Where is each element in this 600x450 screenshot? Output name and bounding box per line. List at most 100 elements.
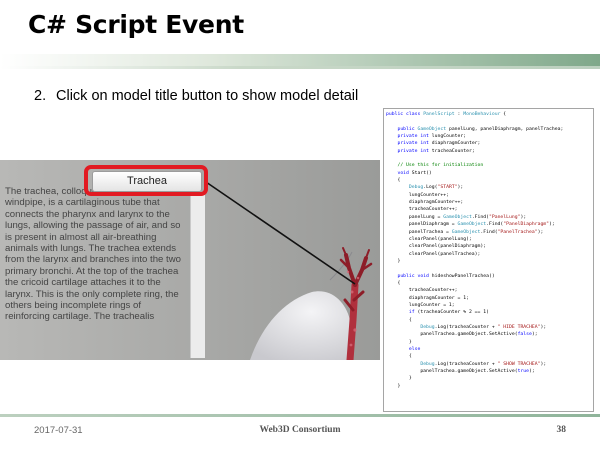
code-token: ); — [540, 361, 547, 367]
code-token: { — [386, 178, 401, 184]
code-line: public GameObject panelLung, panelDiaphr… — [386, 126, 593, 133]
code-token: MonoBehaviour — [463, 112, 501, 117]
code-token: void — [397, 170, 412, 176]
code-token: ); — [457, 185, 464, 191]
code-token: ); — [531, 332, 538, 338]
button-highlight-box — [84, 165, 208, 196]
code-line: diaphragmCounter++; — [386, 199, 593, 206]
code-line: } — [386, 383, 593, 390]
code-token: { — [500, 112, 507, 117]
code-token: lungCounter++; — [386, 192, 449, 198]
code-token: PanelScript — [423, 112, 455, 117]
code-token: } — [386, 376, 412, 382]
code-line: { — [386, 353, 593, 360]
code-token: clearPanel(panelTrachea); — [386, 251, 481, 257]
code-line: lungCounter = 1; — [386, 302, 593, 309]
code-line: } — [386, 339, 593, 346]
code-token: .Log(tracheaCounter + — [434, 361, 498, 367]
code-line: private int lungCounter; — [386, 133, 593, 140]
code-line: { — [386, 280, 593, 287]
code-token: ); — [529, 369, 535, 375]
code-token: private int — [397, 134, 432, 140]
title-underline — [0, 54, 600, 66]
code-token: public — [397, 126, 418, 132]
code-token: panelTrachea.gameObject.SetActive( — [386, 369, 518, 375]
code-token: lungCounter; — [431, 134, 467, 140]
code-snippet: public class PanelScript : MonoBehaviour… — [383, 108, 594, 412]
code-line: clearPanel(panelLung); — [386, 236, 593, 243]
code-token: " SHOW TRACHEA" — [497, 361, 541, 367]
code-line: public void hideshowPanelTrachea() — [386, 273, 593, 280]
code-line: lungCounter++; — [386, 192, 593, 199]
code-token: GameObject — [417, 126, 447, 132]
code-token: tracheaCounter; — [431, 148, 475, 154]
code-line: } — [386, 258, 593, 265]
code-token: (tracheaCounter % 2 == 1) — [417, 310, 489, 316]
panel-scrollbar[interactable] — [190, 192, 205, 358]
code-line: panelDiaphragm = GameObject.Find("PanelD… — [386, 221, 593, 228]
code-token: .Log(tracheaCounter + — [434, 324, 498, 330]
code-token: .Find( — [480, 229, 498, 235]
footer-divider — [0, 414, 600, 417]
slide-title: C# Script Event — [28, 10, 244, 39]
code-line: diaphragmCounter = 1; — [386, 295, 593, 302]
code-lines: public class PanelScript : MonoBehaviour… — [386, 111, 593, 390]
code-line: { — [386, 177, 593, 184]
code-token: Debug — [408, 185, 424, 191]
code-token: .Find( — [486, 222, 504, 228]
code-line: panelTrachea.gameObject.SetActive(true); — [386, 368, 593, 375]
code-line: { — [386, 317, 593, 324]
code-token: "PanelLung" — [488, 214, 521, 220]
code-token: Start() — [411, 170, 432, 176]
trachea-description: The trachea, colloquially called the win… — [5, 186, 181, 323]
code-token: "START" — [437, 185, 458, 191]
code-token: panelTrachea = — [386, 229, 452, 235]
code-token: : — [454, 112, 464, 117]
code-gutter — [384, 109, 385, 411]
code-token: ); — [520, 214, 527, 220]
code-token: GameObject — [451, 229, 481, 235]
code-line: private int tracheaCounter; — [386, 148, 593, 155]
code-line: public class PanelScript : MonoBehaviour… — [386, 111, 593, 118]
code-token: clearPanel(panelDiaphragm); — [386, 244, 487, 250]
bullet-text: Click on model title button to show mode… — [56, 88, 359, 104]
code-token: ); — [537, 229, 544, 235]
code-line: private int diaphragmCounter; — [386, 140, 593, 147]
code-token: tracheaCounter++; — [386, 288, 458, 294]
page-number: 38 — [556, 425, 567, 435]
code-token: diaphragmCounter; — [431, 141, 481, 147]
code-token: lungCounter = 1; — [386, 302, 455, 308]
code-token: diaphragmCounter = 1; — [386, 295, 469, 301]
code-line: panelLung = GameObject.Find("PanelLung")… — [386, 214, 593, 221]
code-line: // Use this for initialization — [386, 162, 593, 169]
code-token: } — [386, 383, 401, 389]
code-token: GameObject — [443, 214, 472, 220]
code-token: clearPanel(panelLung); — [386, 236, 472, 242]
code-token: true — [517, 369, 530, 375]
code-token: { — [386, 280, 401, 286]
trachea-description-panel: The trachea, colloquially called the win… — [2, 184, 190, 358]
code-token: panelLung, panelDiaphragm, panelTrachea; — [446, 126, 564, 132]
code-token: diaphragmCounter++; — [386, 200, 464, 206]
code-token: panelDiaphragm = — [386, 222, 458, 228]
code-token: { — [386, 317, 412, 323]
code-token: private int — [397, 148, 432, 154]
footer-organization: Web3D Consortium — [259, 425, 341, 435]
code-token: false — [517, 332, 532, 338]
code-token: ); — [540, 324, 547, 330]
code-token: } — [386, 258, 401, 264]
code-line: void Start() — [386, 170, 593, 177]
code-token: else — [408, 347, 421, 352]
